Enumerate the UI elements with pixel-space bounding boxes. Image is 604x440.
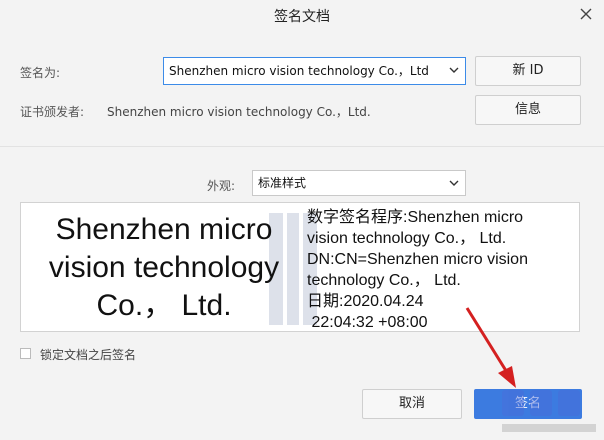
issuer-value: Shenzhen micro vision technology Co.，Ltd… (107, 105, 371, 119)
signature-detail-line: vision technology Co.， Ltd. (307, 230, 507, 247)
signature-details: 数字签名程序:Shenzhen micro vision technology … (307, 207, 579, 331)
signature-preview: Shenzhen micro vision technology Co.， Lt… (20, 202, 580, 332)
lock-after-sign-checkbox[interactable] (20, 348, 31, 359)
chevron-down-icon (449, 67, 459, 73)
appearance-label: 外观: (207, 179, 236, 193)
signature-name-line: Shenzhen micro (55, 213, 273, 246)
lock-after-sign-label: 锁定文档之后签名 (40, 348, 137, 362)
issuer-label: 证书颁发者: (20, 105, 85, 119)
site-watermark-logo (502, 390, 596, 432)
signature-detail-line: 日期:2020.04.24 (307, 293, 424, 310)
appearance-value: 标准样式 (258, 176, 307, 190)
new-id-button[interactable]: 新 ID (475, 56, 581, 86)
signature-detail-line: 22:04:32 +08:00 (307, 314, 428, 331)
title-bar: 签名文档 (0, 0, 604, 30)
signature-name: Shenzhen micro vision technology Co.， Lt… (29, 211, 299, 325)
signature-detail-line: DN:CN=Shenzhen micro vision (307, 251, 528, 268)
signature-name-line: vision technology (48, 251, 280, 284)
sign-as-value: Shenzhen micro vision technology Co.，Ltd (169, 64, 429, 78)
section-divider (0, 146, 604, 147)
sign-as-label: 签名为: (20, 66, 61, 80)
dialog-title: 签名文档 (274, 9, 330, 25)
cancel-button[interactable]: 取消 (362, 389, 462, 419)
sign-as-select[interactable]: Shenzhen micro vision technology Co.，Ltd (163, 57, 466, 85)
close-icon[interactable] (576, 4, 596, 24)
signature-detail-line: technology Co.， Ltd. (307, 272, 461, 289)
appearance-select[interactable]: 标准样式 (252, 170, 466, 196)
info-button[interactable]: 信息 (475, 95, 581, 125)
signature-name-line: Co.， Ltd. (96, 289, 232, 322)
chevron-down-icon (449, 180, 459, 186)
signature-detail-line: 数字签名程序:Shenzhen micro (307, 209, 524, 226)
